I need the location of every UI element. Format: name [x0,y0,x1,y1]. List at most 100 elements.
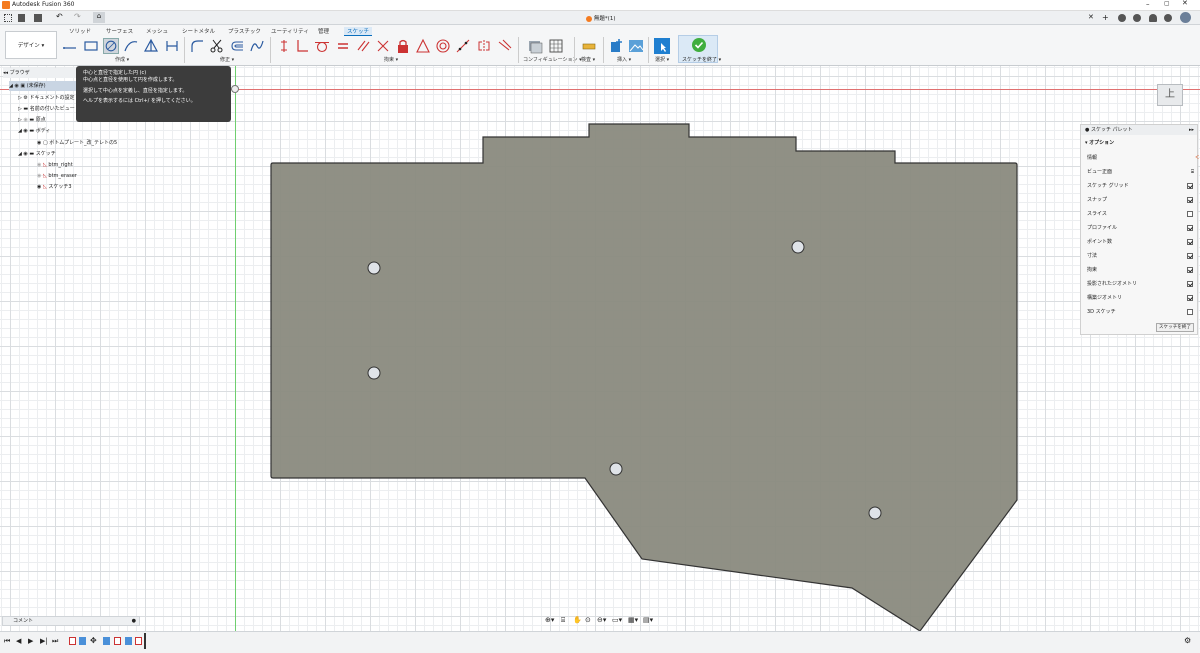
constraints-group-label[interactable]: 拘束 ▾ [384,56,398,63]
close-button[interactable]: ✕ [1182,0,1192,9]
timeline-prev-icon[interactable]: ◀ [16,637,21,645]
insert-image-icon[interactable] [628,38,644,54]
slice-checkbox[interactable] [1187,211,1193,217]
create-group-label[interactable]: 作成 ▾ [115,56,129,63]
rectangle-tool-icon[interactable] [83,38,99,54]
orbit-icon[interactable]: ⊕▾ [545,616,554,624]
browser-item-sketch-btm-eraser[interactable]: ◉ ◺ btm_eraser [37,171,77,181]
finish-sketch-button[interactable]: スケッチを終了 ▾ [678,35,721,63]
collapse-icon[interactable]: ◂◂ [3,70,8,76]
avatar[interactable] [1180,12,1191,23]
points-checkbox[interactable] [1187,239,1193,245]
sketch-body[interactable] [0,66,1200,631]
comments-panel[interactable]: コメント ● [2,616,140,626]
inspect-group-label[interactable]: 検査 ▾ [581,56,595,63]
arc-tool-icon[interactable] [123,38,139,54]
hole[interactable] [791,240,805,254]
snap-checkbox[interactable] [1187,197,1193,203]
configure-group-label[interactable]: コンフィギュレーション ▾ [523,56,582,63]
zoom-icon[interactable]: ⊙ [585,616,591,624]
lock-tool-icon[interactable] [395,38,411,54]
dimension-tool-icon[interactable] [276,38,292,54]
hole[interactable] [367,261,381,275]
palette-section-options[interactable]: ▾ オプション [1085,139,1114,146]
grid-settings-icon[interactable]: ▦▾ [628,616,638,624]
spline-tool-icon[interactable] [249,38,265,54]
configure-grid-icon[interactable] [548,38,564,54]
circle-tool-icon[interactable] [103,38,119,54]
maximize-button[interactable]: ▢ [1164,0,1174,10]
redo-icon[interactable]: ↷ [74,12,81,21]
look-at-nav-icon[interactable]: ⌸ [561,616,565,625]
dimensions-checkbox[interactable] [1187,253,1193,259]
polygon-tool-icon[interactable] [143,38,159,54]
timeline-feature-sketch[interactable] [69,637,76,645]
eye-icon[interactable]: ◉ [14,83,18,89]
browser-item-bodies[interactable]: ◢ ◉ ▬ ボディ [18,126,50,136]
hole[interactable] [868,506,882,520]
display-settings-icon[interactable]: ▭▾ [612,616,622,624]
help-icon[interactable] [1164,14,1172,22]
configure-table-icon[interactable] [527,38,543,54]
extensions-icon[interactable] [1118,14,1126,22]
viewcube[interactable]: 上 [1157,84,1183,106]
curvature-tool-icon[interactable] [497,38,513,54]
plate-profile[interactable] [270,123,1018,631]
timeline-next-icon[interactable]: ▶| [40,637,48,645]
grid-menu-icon[interactable] [4,14,12,22]
browser-item-origin[interactable]: ▷ ◉ ▬ 原点 [18,115,46,125]
pan-icon[interactable]: ✋ [573,616,582,624]
minimize-button[interactable]: – [1146,0,1156,10]
insert-dxf-icon[interactable] [608,38,624,54]
3d-sketch-checkbox[interactable] [1187,309,1193,315]
select-tool-icon[interactable] [654,38,670,54]
timeline-feature-sketch[interactable] [114,637,121,645]
timeline-marker[interactable] [144,633,146,649]
browser-item-sketch3[interactable]: ◉ ◺ スケッチ3 [37,182,72,192]
viewports-icon[interactable]: ▤▾ [643,616,653,624]
tangent-tool-icon[interactable] [314,38,330,54]
browser-root[interactable]: ◢ ◉ ▣ (未保存) [9,81,79,91]
fillet-tool-icon[interactable] [189,38,205,54]
symmetry-tool-icon[interactable] [476,38,492,54]
new-tab-icon[interactable]: + [1102,13,1109,22]
offset-tool-icon[interactable] [229,38,245,54]
tab-utilities[interactable]: ユーティリティ [271,27,309,35]
fit-icon[interactable]: ⊖▾ [597,616,606,624]
info-toggle-icon[interactable]: ᐸ ◌ [1195,153,1200,163]
palette-expand-icon[interactable]: ▸▸ [1189,125,1194,135]
concentric-tool-icon[interactable] [435,38,451,54]
timeline-feature-sketch[interactable] [135,637,142,645]
browser-item-sketch-btm-right[interactable]: ◉ ◺ btm_right [37,160,73,170]
timeline-settings-icon[interactable]: ⚙ [1184,636,1191,645]
profile-checkbox[interactable] [1187,225,1193,231]
hole[interactable] [609,462,623,476]
document-tab[interactable]: 無題*(1) [586,14,615,22]
look-at-icon[interactable]: ⌸ [1191,167,1194,177]
line-tool-icon[interactable] [62,38,78,54]
projected-geometry-checkbox[interactable] [1187,281,1193,287]
timeline-last-icon[interactable]: ⏭ [52,637,58,646]
home-icon[interactable]: ⌂ [93,12,105,23]
hole[interactable] [367,366,381,380]
palette-header[interactable]: ● スケッチ パレット ▸▸ [1081,125,1197,135]
trim-tool-icon[interactable] [209,38,225,54]
browser-item-sketches[interactable]: ◢ ◉ ▬ スケッチ [18,149,56,159]
timeline-play-icon[interactable]: ▶ [28,637,33,645]
browser-item-document-settings[interactable]: ▷ ⚙ ドキュメントの設定 [18,93,75,103]
select-group-label[interactable]: 選択 ▾ [655,56,669,63]
add-comment-icon[interactable]: ● [132,617,136,625]
save-icon[interactable] [34,14,42,22]
timeline-feature-body[interactable] [79,637,86,645]
close-tab-icon[interactable]: ✕ [1088,13,1094,21]
palette-finish-sketch-button[interactable]: スケッチを終了 [1156,323,1194,332]
job-status-icon[interactable] [1133,14,1141,22]
modify-group-label[interactable]: 修正 ▾ [220,56,234,63]
tab-sketch[interactable]: スケッチ [344,27,373,36]
notifications-icon[interactable] [1149,14,1157,22]
construction-geometry-checkbox[interactable] [1187,295,1193,301]
tab-manage[interactable]: 管理 [318,27,329,35]
sketch-canvas[interactable]: 上 [0,66,1200,631]
browser-item-body[interactable]: ◉ ▢ ボトムプレート_改_テレトの5 [37,138,117,148]
measure-tool-icon[interactable] [581,38,597,54]
